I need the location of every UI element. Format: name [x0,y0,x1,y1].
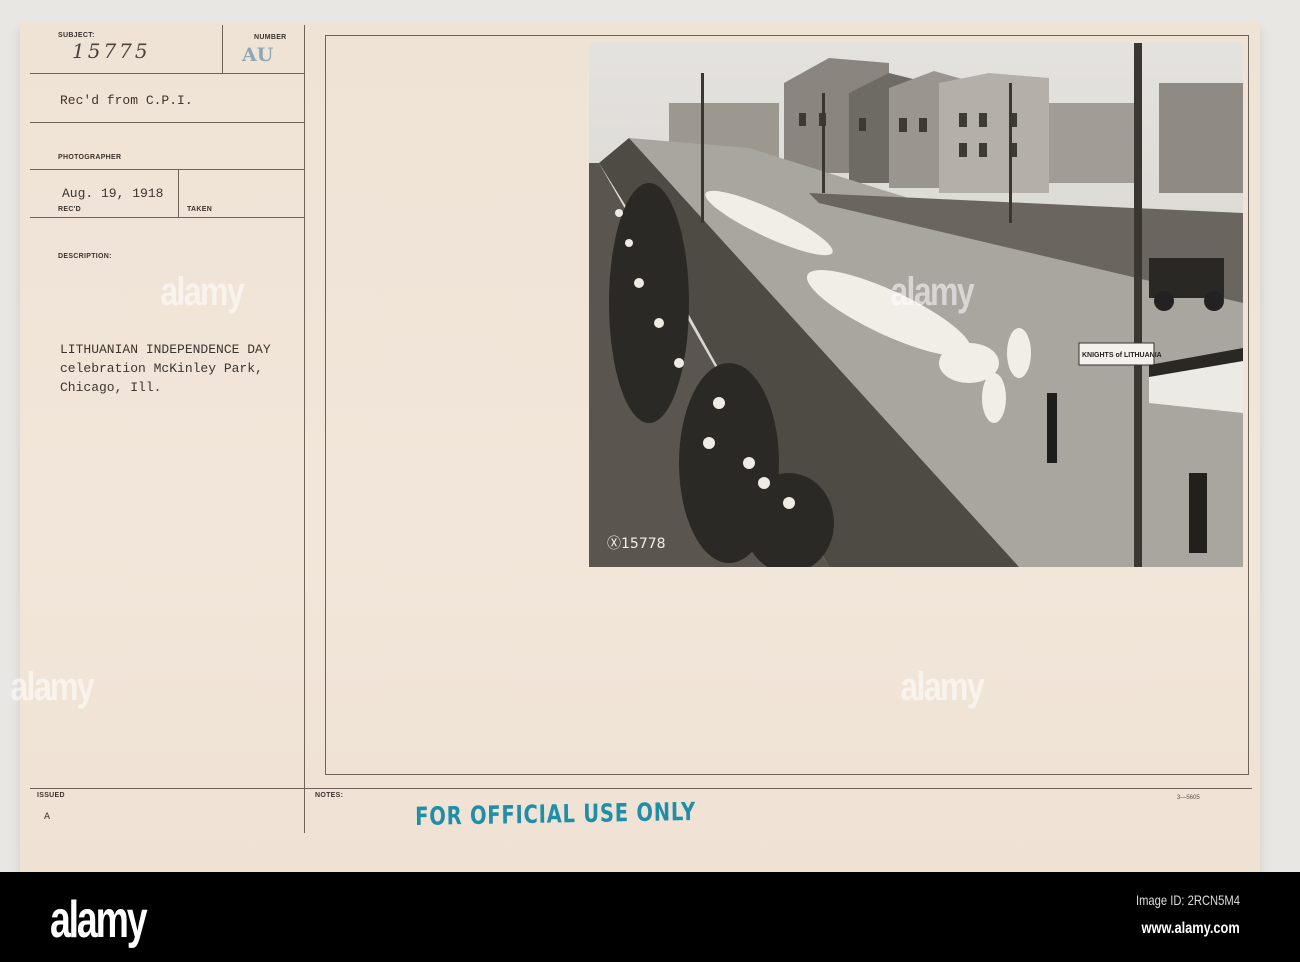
alamy-logo: alamy [50,891,148,949]
subject-number-divider [222,25,223,73]
bottom-divider [30,788,1252,789]
description-line: Chicago, Ill. [60,380,162,395]
form-code: 3—5605 [1177,795,1200,801]
description-line: celebration McKinley Park, [60,361,263,376]
watermark: alamy [160,270,244,314]
description-line: LITHUANIAN INDEPENDENCE DAY [60,342,271,357]
watermark: alamy [890,270,974,314]
notes-label: NOTES: [315,792,344,799]
issued-label: ISSUED [37,792,65,799]
divider [30,169,305,170]
number-label: NUMBER [254,34,287,41]
banner-text: KNIGHTS of LITHUANIA [1082,352,1162,359]
received-from: Rec'd from C.P.I. [60,93,193,108]
divider [30,122,305,123]
issued-value: A [44,812,51,823]
date-value: Aug. 19, 1918 [62,186,164,201]
column-divider [304,25,305,833]
photographer-label: PHOTOGRAPHER [58,154,122,161]
divider [30,73,305,74]
number-value: AU [242,44,274,66]
negative-number: Ⓧ15778 [607,536,666,552]
taken-label: TAKEN [187,206,213,213]
site-url[interactable]: www.alamy.com [1142,920,1240,938]
utility-pole [1134,43,1142,567]
divider [30,217,305,218]
date-divider [178,169,179,217]
watermark: alamy [900,665,984,709]
image-id: Image ID: 2RCN5M4 [1136,892,1240,908]
description-label: DESCRIPTION: [58,253,112,260]
subject-value: 15775 [72,39,151,63]
recd-label: REC'D [58,206,81,213]
watermark: alamy [10,665,94,709]
official-use-stamp: FOR OFFICIAL USE ONLY [415,796,697,831]
subject-label: SUBJECT: [58,32,95,39]
stock-footer-bar: alamy Image ID: 2RCN5M4 www.alamy.com [0,872,1300,962]
